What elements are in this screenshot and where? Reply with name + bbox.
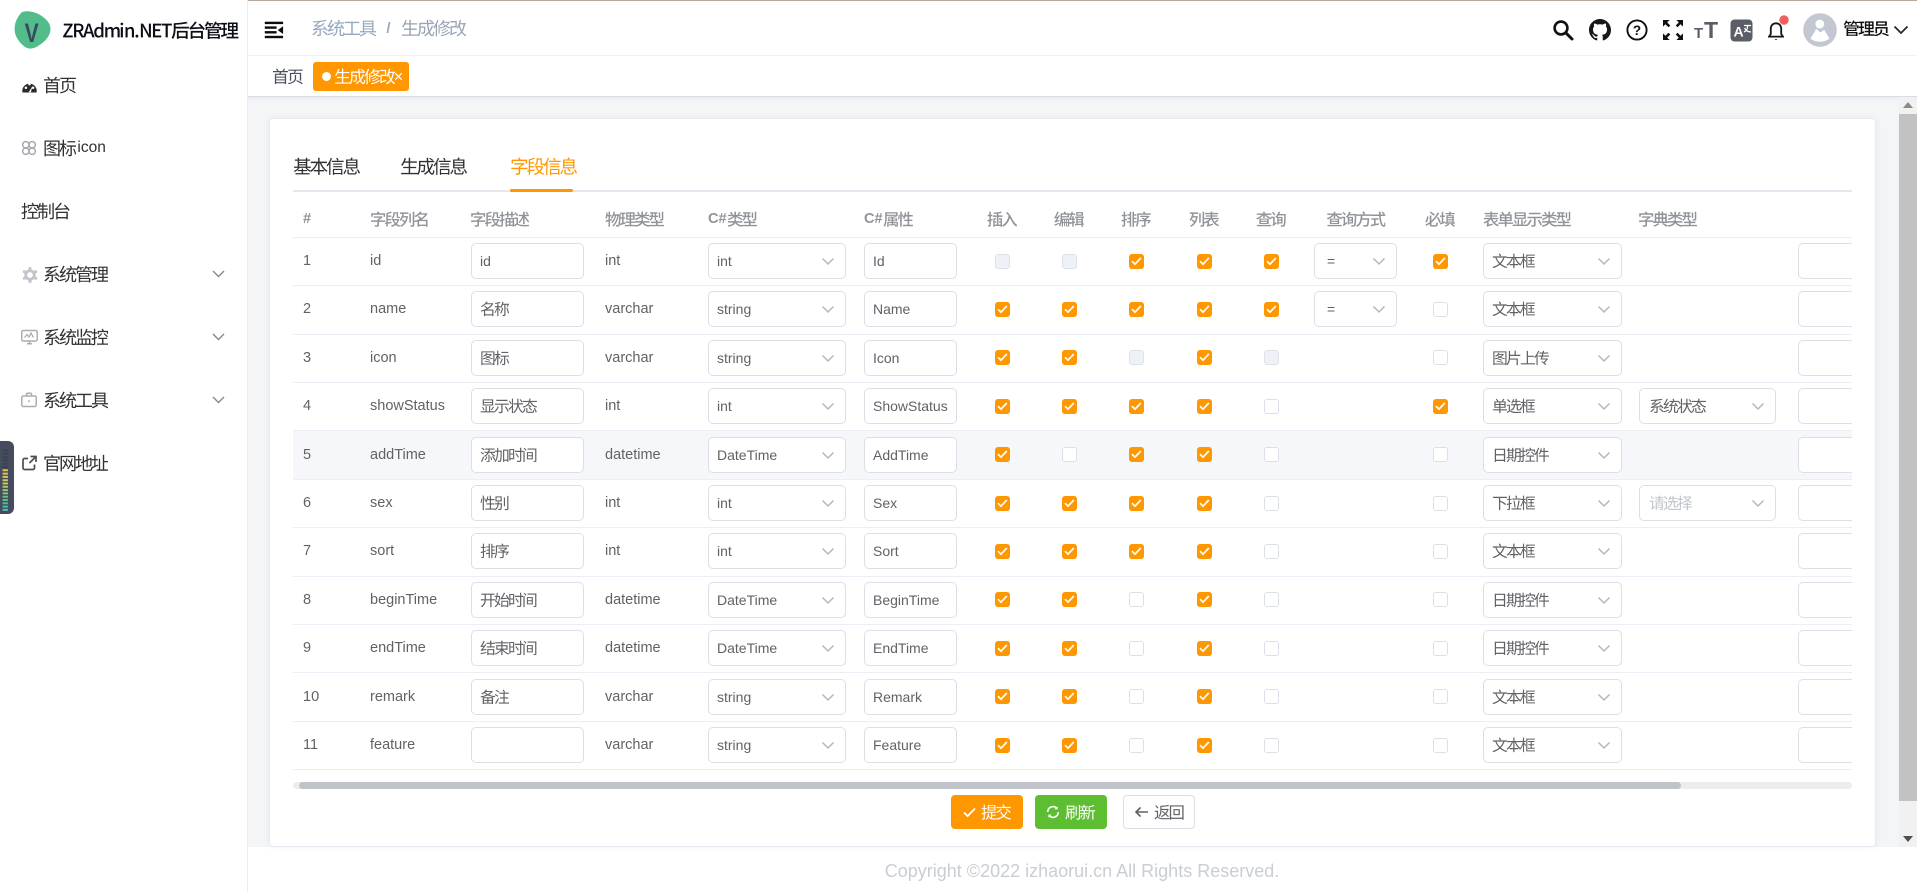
svg-text:?: ? <box>1633 23 1641 38</box>
svg-text:A: A <box>1734 24 1744 40</box>
svg-text:T: T <box>1704 19 1718 42</box>
svg-text:T: T <box>1694 25 1703 42</box>
svg-text:V: V <box>25 19 39 49</box>
